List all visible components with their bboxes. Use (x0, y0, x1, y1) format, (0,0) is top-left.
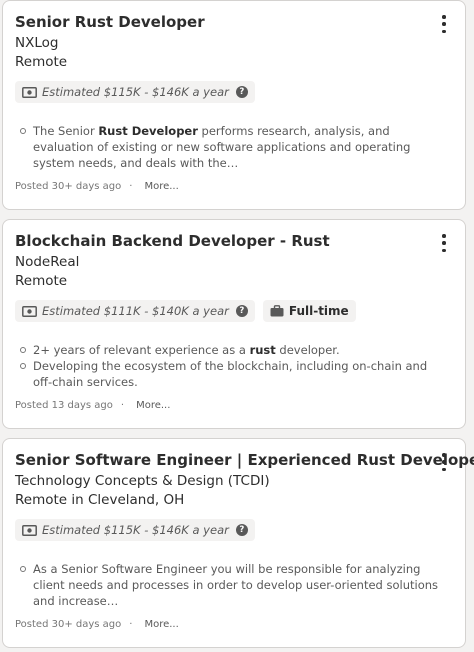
more-link[interactable]: More... (144, 181, 178, 192)
job-card[interactable]: Senior Software Engineer | Experienced R… (2, 438, 474, 648)
job-card[interactable]: Blockchain Backend Developer - Rust Node… (2, 219, 466, 429)
briefcase-icon (270, 305, 284, 317)
posted-date: Posted 30+ days ago (15, 181, 122, 192)
company-name[interactable]: NXLog (15, 35, 58, 51)
money-icon (22, 524, 37, 536)
chip-row: Estimated $115K - $146K a year ? (15, 81, 255, 103)
chip-row: Estimated $111K - $140K a year ? Full-ti… (15, 300, 356, 322)
salary-chip: Estimated $115K - $146K a year ? (15, 519, 255, 541)
chip-row: Estimated $115K - $146K a year ? (15, 519, 255, 541)
more-options-icon[interactable] (439, 234, 449, 252)
job-location: Remote (15, 273, 68, 289)
company-name[interactable]: NodeReal (15, 254, 79, 270)
salary-text: Estimated $115K - $146K a year (42, 523, 229, 537)
job-type-text: Full-time (288, 304, 349, 318)
posted-date: Posted 30+ days ago (15, 619, 122, 630)
job-title[interactable]: Senior Software Engineer | Experienced R… (15, 451, 474, 469)
job-type-chip: Full-time (262, 300, 356, 322)
salary-chip: Estimated $115K - $146K a year ? (15, 81, 255, 103)
more-link[interactable]: More... (136, 400, 170, 411)
separator: · (120, 400, 125, 411)
job-card[interactable]: Senior Rust Developer NXLog Remote Estim… (2, 0, 466, 210)
separator: · (129, 181, 133, 192)
job-meta: Posted 30+ days ago · More... (15, 181, 179, 192)
company-name[interactable]: Technology Concepts & Design (TCDI) (15, 473, 270, 489)
job-snippet: 2+ years of relevant experience as a rus… (17, 342, 445, 390)
job-meta: Posted 30+ days ago · More... (15, 619, 179, 630)
money-icon (22, 305, 37, 317)
job-title[interactable]: Senior Rust Developer (15, 13, 205, 31)
salary-chip: Estimated $111K - $140K a year ? (15, 300, 255, 322)
more-options-icon[interactable] (439, 453, 449, 471)
help-icon[interactable]: ? (235, 86, 248, 98)
salary-text: Estimated $115K - $146K a year (42, 85, 229, 99)
snippet-item: 2+ years of relevant experience as a rus… (17, 342, 445, 358)
job-meta: Posted 13 days ago · More... (15, 400, 170, 411)
snippet-item: As a Senior Software Engineer you will b… (17, 561, 445, 609)
salary-text: Estimated $111K - $140K a year (42, 304, 229, 318)
more-options-icon[interactable] (439, 15, 449, 33)
job-snippet: As a Senior Software Engineer you will b… (17, 561, 445, 609)
job-location: Remote (15, 54, 68, 70)
separator: · (129, 619, 133, 630)
help-icon[interactable]: ? (235, 524, 248, 536)
job-snippet: The Senior Rust Developer performs resea… (17, 123, 445, 171)
posted-date: Posted 13 days ago (15, 400, 113, 411)
job-title[interactable]: Blockchain Backend Developer - Rust (15, 232, 330, 250)
help-icon[interactable]: ? (235, 305, 248, 317)
snippet-item: The Senior Rust Developer performs resea… (17, 123, 445, 171)
money-icon (22, 86, 37, 98)
job-location: Remote in Cleveland, OH (15, 492, 185, 508)
snippet-item: Developing the ecosystem of the blockcha… (17, 358, 445, 390)
more-link[interactable]: More... (144, 619, 178, 630)
